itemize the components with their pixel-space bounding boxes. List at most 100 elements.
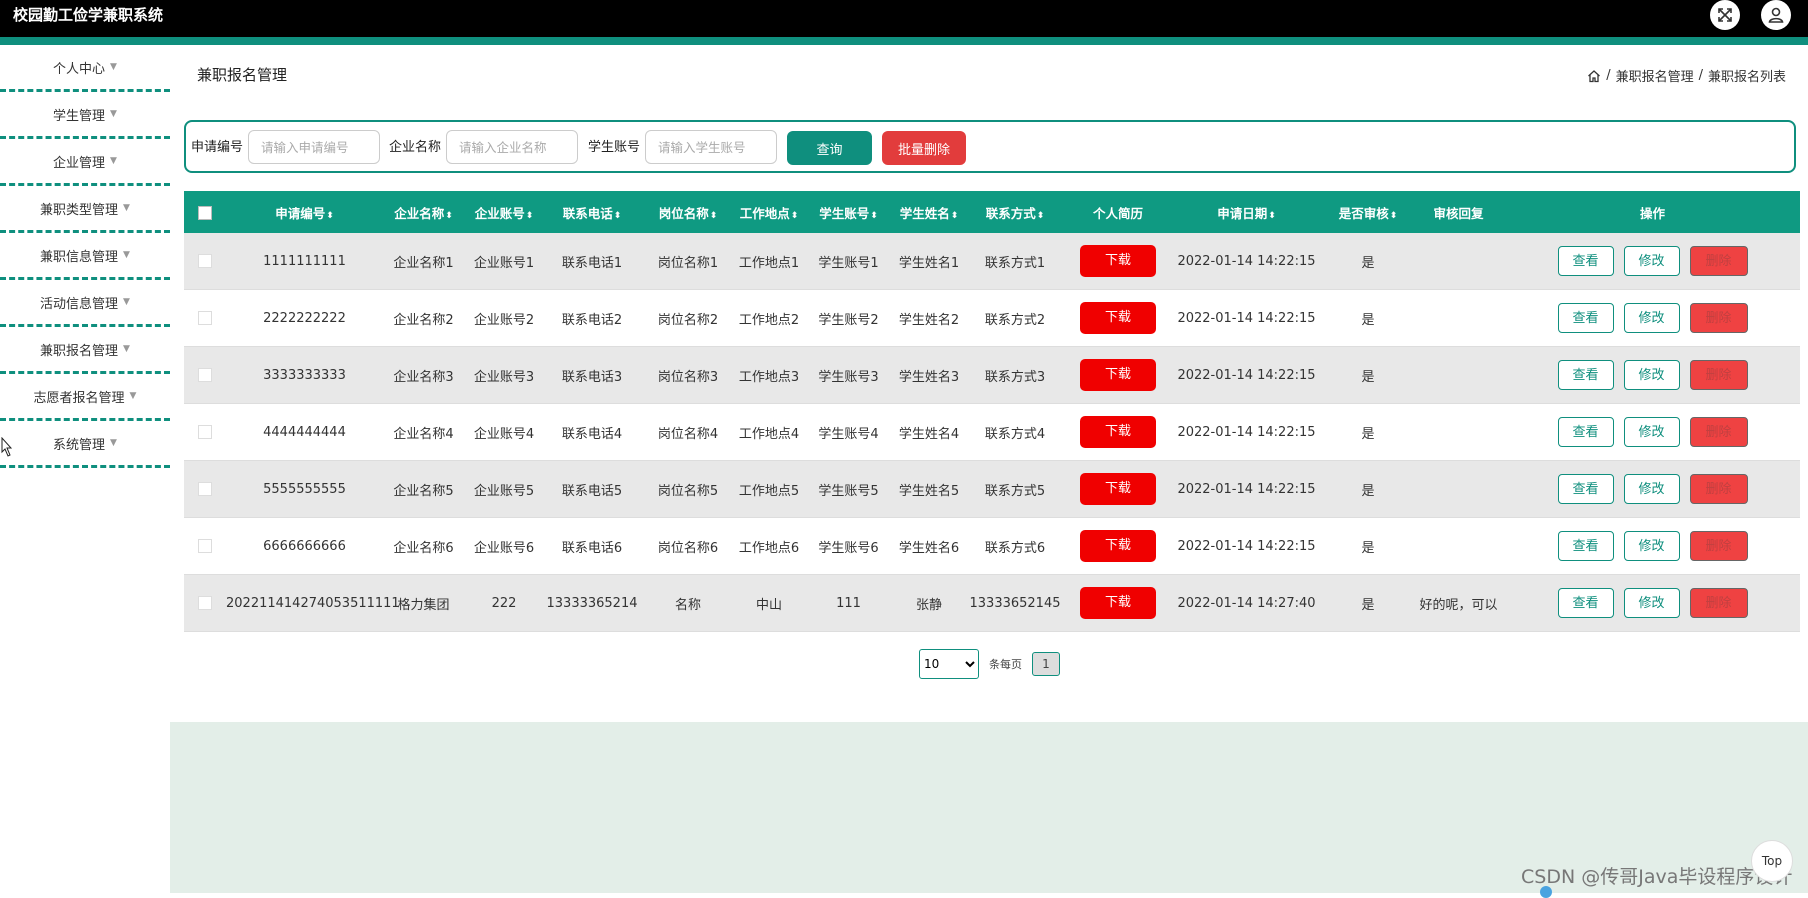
mouse-pointer-icon	[1, 437, 12, 457]
column-header[interactable]: 岗位名称⬍	[640, 191, 736, 233]
column-header[interactable]: 联系方式⬍	[963, 191, 1067, 233]
delete-button[interactable]: 删除	[1689, 417, 1748, 447]
download-button[interactable]: 下载	[1080, 473, 1156, 505]
view-button[interactable]: 查看	[1557, 303, 1614, 333]
delete-button[interactable]: 删除	[1689, 531, 1748, 561]
column-header[interactable]: 工作地点⬍	[736, 191, 802, 233]
view-button[interactable]: 查看	[1557, 417, 1614, 447]
query-button[interactable]: 查询	[787, 131, 872, 165]
sidebar-item-companies[interactable]: 企业管理 ▼	[0, 139, 170, 186]
sort-icon: ⬍	[1268, 210, 1276, 221]
company-name-input[interactable]	[446, 130, 578, 164]
column-header[interactable]: 学生姓名⬍	[895, 191, 963, 233]
table-cell: 2022-01-14 14:22:15	[1169, 517, 1324, 575]
app-title: 校园勤工俭学兼职系统	[13, 6, 164, 24]
back-to-top-button[interactable]: Top	[1751, 840, 1793, 882]
select-all-checkbox[interactable]	[198, 205, 212, 220]
column-header[interactable]: 是否审核⬍	[1324, 191, 1412, 233]
search-panel: 申请编号 企业名称 学生账号 查询 批量删除	[184, 120, 1796, 173]
download-button[interactable]: 下载	[1080, 359, 1156, 391]
sidebar-item-job-info[interactable]: 兼职信息管理 ▼	[0, 233, 170, 280]
actions-cell: 查看 修改 删除	[1505, 403, 1800, 461]
table-row: 2222222222 企业名称2 企业账号2 联系电话2 岗位名称2 工作地点2…	[184, 289, 1800, 347]
edit-button[interactable]: 修改	[1623, 417, 1680, 447]
view-button[interactable]: 查看	[1557, 531, 1614, 561]
actions-cell: 查看 修改 删除	[1505, 289, 1800, 347]
edit-button[interactable]: 修改	[1623, 303, 1680, 333]
download-button[interactable]: 下载	[1080, 587, 1156, 619]
table-cell	[1412, 289, 1505, 347]
table-cell: 岗位名称2	[640, 289, 736, 347]
row-checkbox[interactable]	[198, 368, 212, 382]
fullscreen-button[interactable]	[1710, 0, 1740, 30]
sidebar-item-job-applications[interactable]: 兼职报名管理 ▼	[0, 327, 170, 374]
table-cell: 企业账号4	[464, 403, 544, 461]
column-header[interactable]: 学生账号⬍	[802, 191, 895, 233]
row-select-cell	[184, 289, 226, 347]
view-button[interactable]: 查看	[1557, 474, 1614, 504]
delete-button[interactable]: 删除	[1689, 246, 1748, 276]
table-cell: 企业账号6	[464, 517, 544, 575]
row-checkbox[interactable]	[198, 425, 212, 439]
batch-delete-button[interactable]: 批量删除	[882, 131, 966, 165]
caret-down-icon: ▼	[123, 297, 130, 307]
sidebar-item-volunteer-applications[interactable]: 志愿者报名管理 ▼	[0, 374, 170, 421]
delete-button[interactable]: 删除	[1689, 474, 1748, 504]
table-cell: 联系方式5	[963, 460, 1067, 518]
download-button[interactable]: 下载	[1080, 416, 1156, 448]
column-header[interactable]: 联系电话⬍	[544, 191, 640, 233]
page-button[interactable]: 1	[1032, 652, 1060, 676]
row-checkbox[interactable]	[198, 254, 212, 268]
edit-button[interactable]: 修改	[1623, 474, 1680, 504]
download-button[interactable]: 下载	[1080, 302, 1156, 334]
sidebar-item-students[interactable]: 学生管理 ▼	[0, 92, 170, 139]
edit-button[interactable]: 修改	[1623, 531, 1680, 561]
row-checkbox[interactable]	[198, 596, 212, 610]
column-header[interactable]: 企业名称⬍	[383, 191, 464, 233]
table-cell: 企业名称1	[383, 233, 464, 290]
breadcrumb-item[interactable]: 兼职报名管理	[1616, 66, 1694, 85]
row-select-cell	[184, 346, 226, 404]
download-button[interactable]: 下载	[1080, 530, 1156, 562]
resume-cell: 下载	[1067, 517, 1169, 575]
page-size-select[interactable]: 10	[919, 649, 979, 679]
view-button[interactable]: 查看	[1557, 360, 1614, 390]
application-no-input[interactable]	[248, 130, 380, 164]
delete-button[interactable]: 删除	[1689, 303, 1748, 333]
download-button[interactable]: 下载	[1080, 245, 1156, 277]
view-button[interactable]: 查看	[1557, 588, 1614, 618]
caret-down-icon: ▼	[110, 109, 117, 119]
row-checkbox[interactable]	[198, 482, 212, 496]
select-all-cell	[184, 191, 226, 233]
sidebar-item-personal-center[interactable]: 个人中心 ▼	[0, 45, 170, 92]
row-checkbox[interactable]	[198, 311, 212, 325]
table-cell: 工作地点1	[736, 233, 802, 290]
home-icon[interactable]	[1587, 69, 1601, 83]
table-cell: 工作地点6	[736, 517, 802, 575]
caret-down-icon: ▼	[110, 62, 117, 72]
edit-button[interactable]: 修改	[1623, 246, 1680, 276]
table-cell: 学生账号3	[802, 346, 895, 404]
sidebar-item-system[interactable]: 系统管理 ▼	[0, 421, 170, 468]
table-cell	[1412, 346, 1505, 404]
edit-button[interactable]: 修改	[1623, 360, 1680, 390]
student-account-input[interactable]	[645, 130, 777, 164]
column-header[interactable]: 申请编号⬍	[226, 191, 383, 233]
table-header-row: 申请编号⬍ 企业名称⬍ 企业账号⬍ 联系电话⬍ 岗位名称⬍ 工作地点⬍ 学生账号…	[184, 191, 1800, 233]
user-button[interactable]	[1761, 0, 1791, 30]
column-label: 工作地点	[739, 205, 790, 221]
column-header[interactable]: 申请日期⬍	[1169, 191, 1324, 233]
delete-button[interactable]: 删除	[1689, 360, 1748, 390]
sidebar-item-job-types[interactable]: 兼职类型管理 ▼	[0, 186, 170, 233]
row-select-cell	[184, 460, 226, 518]
column-header[interactable]: 企业账号⬍	[464, 191, 544, 233]
edit-button[interactable]: 修改	[1623, 588, 1680, 618]
sidebar-item-label: 兼职信息管理	[40, 249, 119, 265]
row-checkbox[interactable]	[198, 539, 212, 553]
delete-button[interactable]: 删除	[1689, 588, 1748, 618]
view-button[interactable]: 查看	[1557, 246, 1614, 276]
table-row: 1111111111 企业名称1 企业账号1 联系电话1 岗位名称1 工作地点1…	[184, 233, 1800, 290]
table-cell: 岗位名称4	[640, 403, 736, 461]
sidebar-item-activities[interactable]: 活动信息管理 ▼	[0, 280, 170, 327]
breadcrumb-item-current: 兼职报名列表	[1707, 70, 1786, 85]
